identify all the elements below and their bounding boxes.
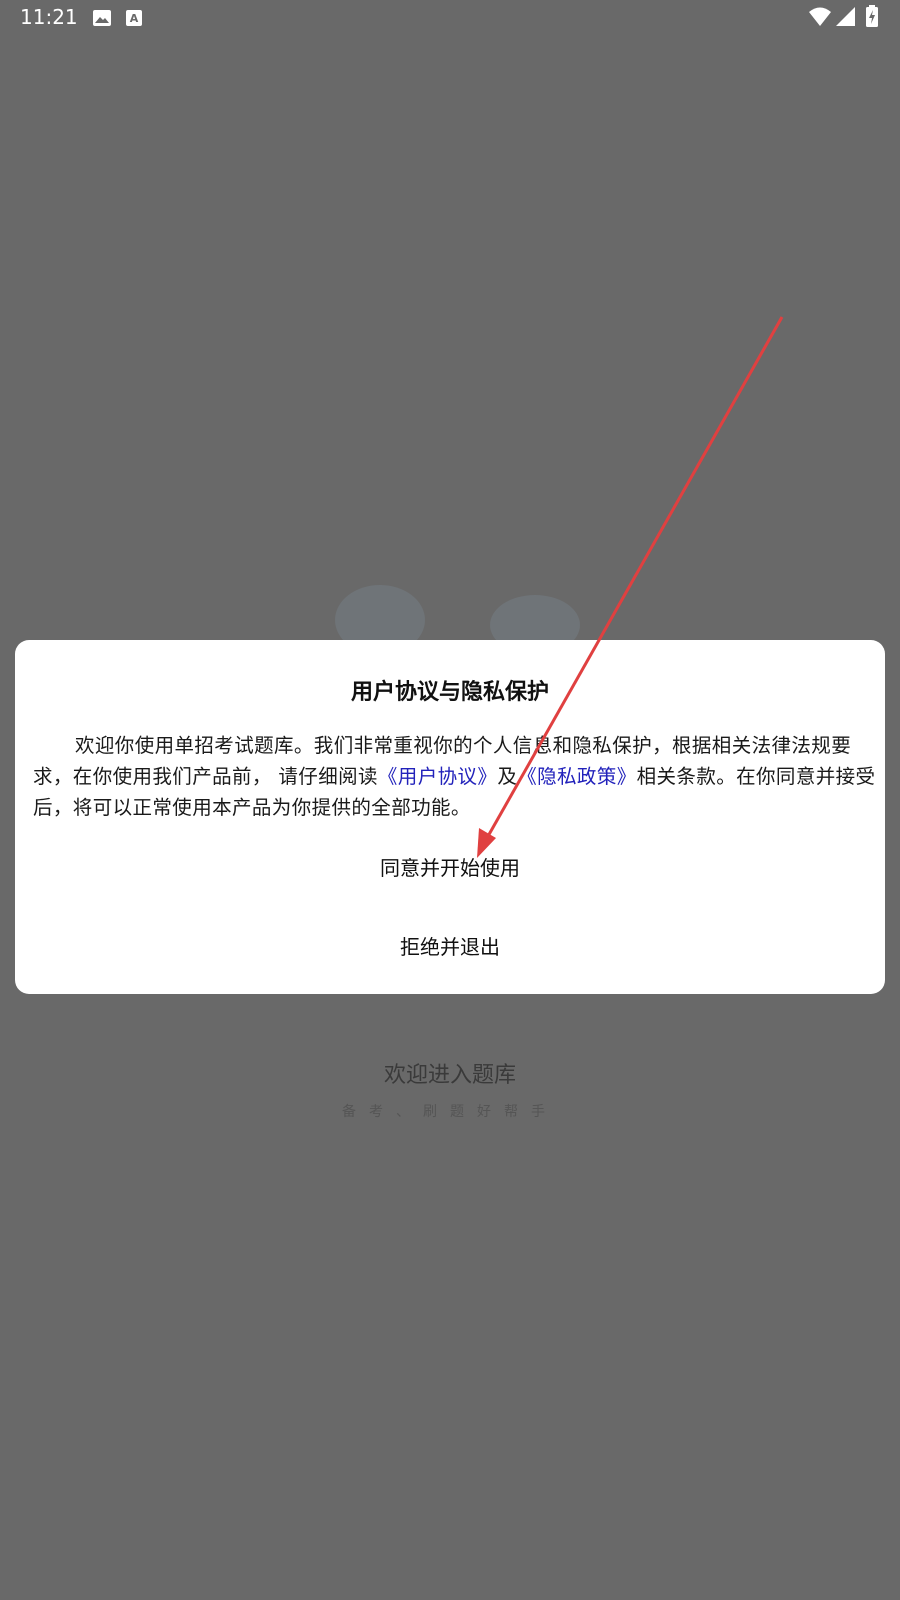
agree-button[interactable]: 同意并开始使用 xyxy=(15,852,885,881)
privacy-policy-link[interactable]: 《隐私政策》 xyxy=(517,765,636,788)
svg-text:A: A xyxy=(130,12,139,25)
wifi-icon xyxy=(808,6,832,32)
reject-button[interactable]: 拒绝并退出 xyxy=(15,931,885,960)
welcome-subtitle: 备考、刷题好帮手 xyxy=(342,1104,558,1120)
user-agreement-link[interactable]: 《用户协议》 xyxy=(378,765,497,788)
screen: 11:21 A 欢迎进入题库 备考、刷题好帮手 用户协议与隐私保护 欢迎你使用单… xyxy=(0,0,900,1600)
privacy-dialog: 用户协议与隐私保护 欢迎你使用单招考试题库。我们非常重视你的个人信息和隐私保护，… xyxy=(15,640,885,994)
status-time: 11:21 xyxy=(20,5,78,29)
dialog-body: 欢迎你使用单招考试题库。我们非常重视你的个人信息和隐私保护，根据相关法律法规要求… xyxy=(33,730,878,823)
signal-icon xyxy=(836,6,856,32)
image-icon xyxy=(92,8,112,32)
battery-icon xyxy=(866,5,878,31)
dialog-title: 用户协议与隐私保护 xyxy=(350,680,549,705)
status-bar: 11:21 A xyxy=(0,0,900,36)
font-icon: A xyxy=(125,8,143,32)
welcome-title: 欢迎进入题库 xyxy=(383,1063,516,1088)
body-connector: 及 xyxy=(497,765,518,788)
